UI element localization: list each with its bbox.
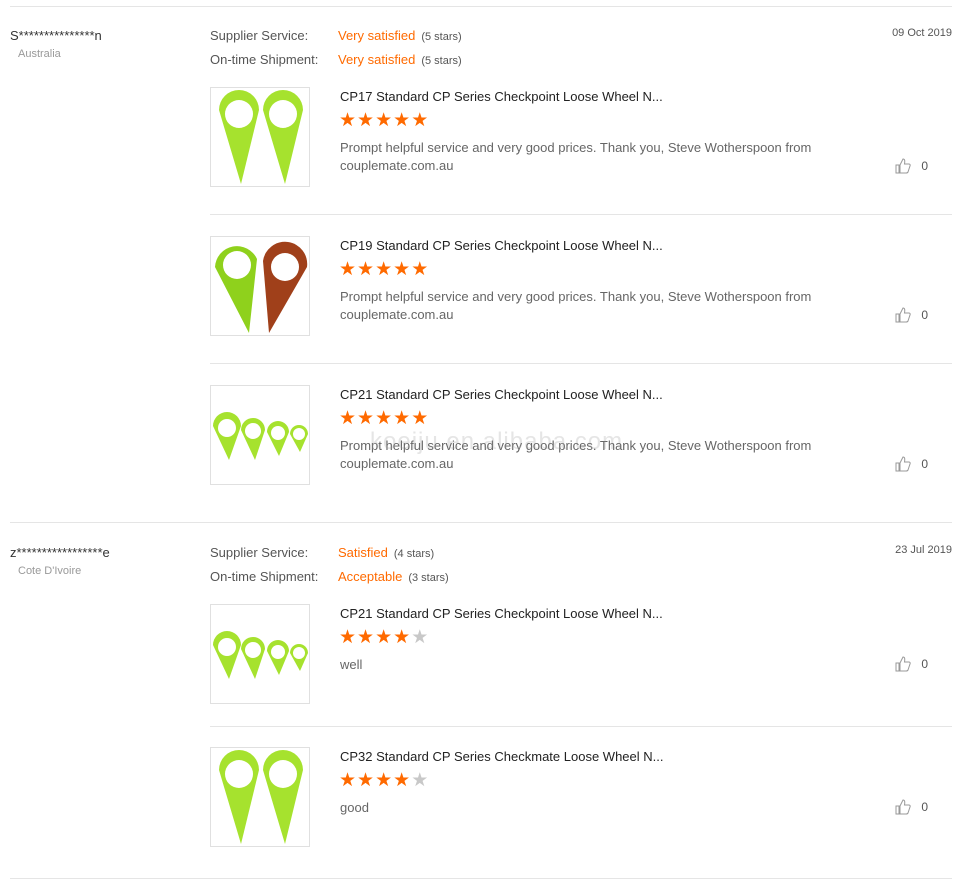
product-star-rating: ★★★★★ [339, 771, 429, 791]
star-icon: ★ [411, 110, 430, 131]
thumbs-up-icon [895, 158, 912, 174]
product-review: CP32 Standard CP Series Checkmate Loose … [210, 747, 952, 850]
star-icon: ★ [357, 110, 376, 131]
like-count: 0 [921, 800, 928, 814]
like-count: 0 [921, 159, 928, 173]
thumbs-up-icon [895, 307, 912, 323]
rating-stars-count: (5 stars) [421, 55, 462, 67]
star-icon: ★ [339, 110, 358, 131]
star-icon: ★ [339, 408, 358, 429]
product-title-link[interactable]: CP17 Standard CP Series Checkpoint Loose… [340, 89, 663, 104]
star-icon: ★ [393, 627, 412, 648]
thumbs-up-icon [895, 656, 912, 672]
like-button[interactable]: 0 [895, 307, 928, 323]
rating-label: On-time Shipment: [210, 52, 319, 67]
like-button[interactable]: 0 [895, 456, 928, 472]
product-star-rating: ★★★★★ [339, 628, 429, 648]
star-icon: ★ [357, 627, 376, 648]
star-icon: ★ [411, 408, 430, 429]
review-comment: Prompt helpful service and very good pri… [340, 140, 812, 173]
buyer-name: z*****************e [10, 545, 110, 560]
divider [210, 363, 952, 364]
star-icon: ★ [375, 110, 394, 131]
divider [210, 726, 952, 727]
divider [10, 522, 952, 523]
product-image[interactable] [210, 385, 310, 485]
like-button[interactable]: 0 [895, 656, 928, 672]
star-icon: ★ [393, 408, 412, 429]
rating-stars-count: (4 stars) [393, 548, 435, 560]
ontime-shipment-rating: On-time Shipment: Very satisfied (5 stars) [210, 52, 462, 67]
product-star-rating: ★★★★★ [339, 111, 429, 131]
star-icon: ★ [375, 627, 394, 648]
product-title-link[interactable]: CP32 Standard CP Series Checkmate Loose … [340, 749, 663, 764]
star-icon: ★ [357, 408, 376, 429]
star-icon: ★ [393, 259, 412, 280]
review-comment: good [340, 800, 369, 815]
star-icon: ★ [393, 110, 412, 131]
like-count: 0 [921, 657, 928, 671]
rating-label: Supplier Service: [210, 545, 309, 560]
star-icon: ★ [357, 259, 376, 280]
rating-value: Very satisfied [338, 28, 416, 43]
product-image[interactable] [210, 87, 310, 187]
divider [210, 214, 952, 215]
buyer-country: Australia [18, 48, 61, 60]
like-button[interactable]: 0 [895, 799, 928, 815]
star-icon: ★ [375, 259, 394, 280]
review-comment: Prompt helpful service and very good pri… [340, 289, 812, 322]
thumbs-up-icon [895, 456, 912, 472]
product-title-link[interactable]: CP21 Standard CP Series Checkpoint Loose… [340, 606, 663, 621]
supplier-service-rating: Supplier Service: Very satisfied (5 stars) [210, 28, 462, 43]
product-image[interactable] [210, 604, 310, 704]
divider [10, 878, 952, 879]
ontime-shipment-rating: On-time Shipment: Acceptable (3 stars) [210, 569, 449, 584]
like-count: 0 [921, 308, 928, 322]
supplier-service-rating: Supplier Service: Satisfied (4 stars) [210, 545, 434, 560]
star-icon: ★ [375, 770, 394, 791]
like-button[interactable]: 0 [895, 158, 928, 174]
rating-stars-count: (5 stars) [421, 31, 462, 43]
product-title-link[interactable]: CP19 Standard CP Series Checkpoint Loose… [340, 238, 663, 253]
buyer-country: Cote D'Ivoire [18, 565, 82, 577]
star-icon: ★ [411, 259, 430, 280]
star-icon: ★ [393, 770, 412, 791]
rating-value: Acceptable [338, 569, 403, 584]
star-icon: ★ [339, 770, 358, 791]
star-empty-icon: ★ [411, 627, 430, 648]
product-title-link[interactable]: CP21 Standard CP Series Checkpoint Loose… [340, 387, 663, 402]
thumbs-up-icon [895, 799, 912, 815]
review-comment: well [340, 657, 363, 672]
product-image[interactable] [210, 236, 310, 336]
review-date: 23 Jul 2019 [895, 544, 952, 556]
divider [10, 6, 952, 7]
star-icon: ★ [339, 259, 358, 280]
rating-label: Supplier Service: [210, 28, 309, 43]
star-icon: ★ [339, 627, 358, 648]
product-review: CP21 Standard CP Series Checkpoint Loose… [210, 604, 952, 707]
product-star-rating: ★★★★★ [339, 260, 429, 280]
star-icon: ★ [357, 770, 376, 791]
product-review: CP19 Standard CP Series Checkpoint Loose… [210, 236, 952, 339]
product-image[interactable] [210, 747, 310, 847]
watermark: koeiju.en.alibaba.com [370, 428, 624, 455]
rating-value: Satisfied [338, 545, 388, 560]
star-icon: ★ [375, 408, 394, 429]
review-date: 09 Oct 2019 [892, 27, 952, 39]
rating-label: On-time Shipment: [210, 569, 319, 584]
product-star-rating: ★★★★★ [339, 409, 429, 429]
buyer-name: S***************n [10, 28, 102, 43]
star-empty-icon: ★ [411, 770, 430, 791]
rating-stars-count: (3 stars) [408, 572, 449, 584]
rating-value: Very satisfied [338, 52, 416, 67]
product-review: CP17 Standard CP Series Checkpoint Loose… [210, 87, 952, 190]
like-count: 0 [921, 457, 928, 471]
